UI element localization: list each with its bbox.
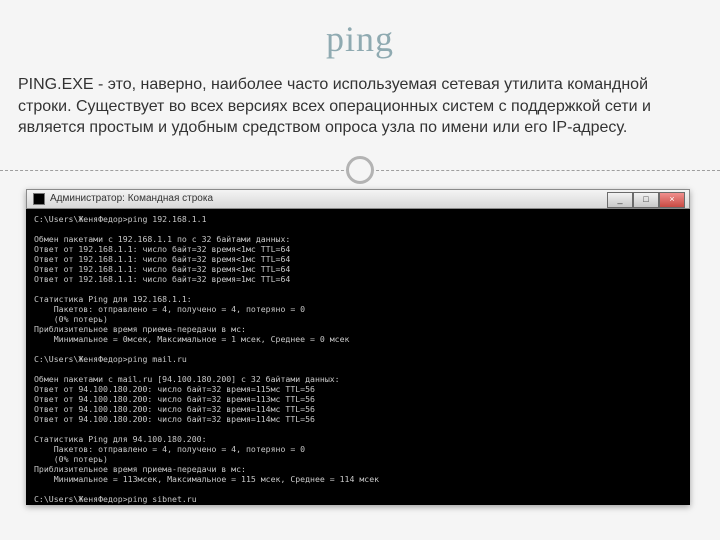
maximize-button[interactable]: □ [633, 192, 659, 208]
slide: ping PING.EXE - это, наверно, наиболее ч… [0, 0, 720, 540]
slide-description: PING.EXE - это, наверно, наиболее часто … [0, 60, 720, 157]
window-buttons: _ □ × [607, 192, 685, 208]
cmd-output: C:\Users\ЖеняФедор>ping 192.168.1.1 Обме… [26, 209, 690, 505]
cmd-titlebar-text: Администратор: Командная строка [50, 193, 213, 204]
cmd-app-icon [33, 193, 45, 205]
divider-circle-icon [346, 156, 374, 184]
close-button[interactable]: × [659, 192, 685, 208]
slide-title: ping [0, 0, 720, 60]
cmd-window: Администратор: Командная строка _ □ × C:… [26, 189, 690, 505]
divider [0, 157, 720, 183]
cmd-titlebar: Администратор: Командная строка _ □ × [26, 189, 690, 209]
minimize-button[interactable]: _ [607, 192, 633, 208]
